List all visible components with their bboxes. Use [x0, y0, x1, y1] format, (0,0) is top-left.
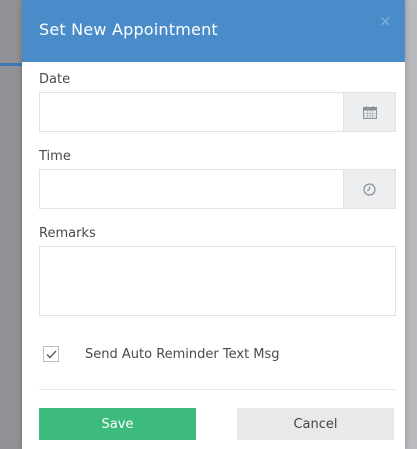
save-button[interactable]: Save: [39, 408, 196, 440]
remarks-textarea[interactable]: [39, 246, 396, 316]
appointment-modal: Set New Appointment × Date Time Remarks …: [22, 0, 405, 449]
cancel-button[interactable]: Cancel: [237, 408, 394, 440]
date-input[interactable]: [40, 93, 344, 131]
footer-divider: [39, 389, 396, 390]
clock-icon[interactable]: [343, 170, 395, 208]
remarks-label: Remarks: [39, 226, 96, 241]
checkmark-icon: [46, 350, 57, 359]
close-icon[interactable]: ×: [379, 14, 392, 29]
time-input-group: [39, 169, 396, 209]
reminder-checkbox[interactable]: [43, 346, 59, 362]
date-input-group: [39, 92, 396, 132]
calendar-icon[interactable]: [343, 93, 395, 131]
time-label: Time: [39, 149, 71, 164]
reminder-checkbox-row[interactable]: Send Auto Reminder Text Msg: [43, 345, 280, 363]
modal-header: Set New Appointment ×: [22, 0, 405, 62]
reminder-label: Send Auto Reminder Text Msg: [85, 346, 280, 362]
date-label: Date: [39, 72, 71, 87]
time-input[interactable]: [40, 170, 344, 208]
modal-title: Set New Appointment: [39, 20, 218, 39]
backdrop-edge: [405, 0, 417, 449]
